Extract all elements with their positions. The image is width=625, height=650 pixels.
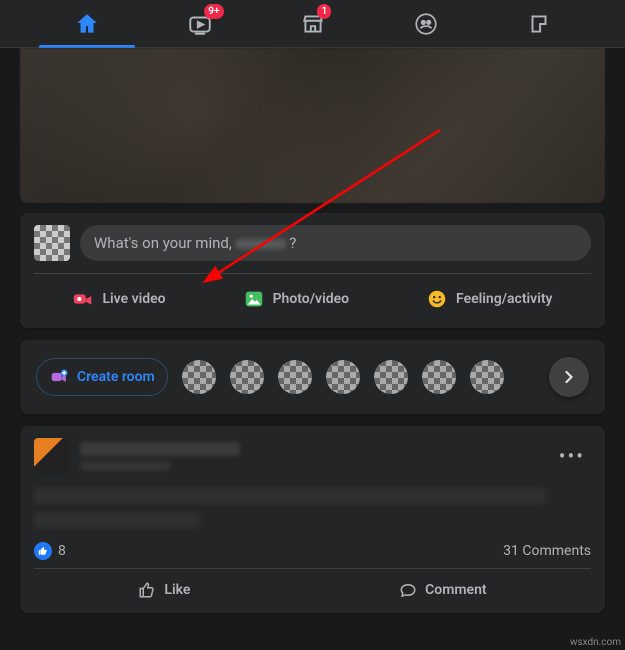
feeling-label: Feeling/activity: [456, 291, 552, 307]
comment-button[interactable]: Comment: [379, 573, 506, 607]
like-button[interactable]: Like: [118, 573, 210, 607]
comments-count[interactable]: 31 Comments: [503, 543, 591, 559]
feeling-icon: [426, 288, 448, 310]
post-header: •••: [34, 438, 591, 474]
photo-video-label: Photo/video: [273, 291, 350, 307]
live-video-button[interactable]: Live video: [62, 282, 175, 316]
rooms-row: Create room: [34, 352, 591, 402]
composer-actions: Live video Photo/video Feeling/activity: [34, 274, 591, 316]
like-reaction-icon: [34, 542, 52, 560]
like-icon: [138, 581, 156, 599]
watch-badge: 9+: [204, 4, 223, 19]
watermark: wsxdn.com: [570, 637, 621, 648]
live-video-label: Live video: [102, 291, 165, 307]
nav-watch[interactable]: 9+: [152, 0, 248, 48]
composer-card: What's on your mind, ? Live video Photo/…: [20, 213, 605, 328]
home-icon: [74, 11, 100, 37]
post-author-meta: [80, 442, 543, 471]
chevron-right-icon: [559, 367, 579, 387]
post-text-line: [34, 512, 201, 528]
create-room-label: Create room: [77, 369, 155, 385]
rooms-scroll-right[interactable]: [549, 357, 589, 397]
room-contact[interactable]: [374, 360, 408, 394]
avatar[interactable]: [34, 225, 70, 261]
post-card: ••• 8 31 Comments Like Comment: [20, 426, 605, 613]
room-contact[interactable]: [230, 360, 264, 394]
comment-label: Comment: [425, 582, 486, 598]
feeling-button[interactable]: Feeling/activity: [416, 282, 562, 316]
room-contact[interactable]: [326, 360, 360, 394]
room-contact[interactable]: [278, 360, 312, 394]
like-label: Like: [164, 582, 190, 598]
redacted-name: [236, 239, 286, 249]
comment-icon: [399, 581, 417, 599]
room-contact[interactable]: [470, 360, 504, 394]
post-timestamp: [80, 461, 170, 471]
photo-video-icon: [243, 288, 265, 310]
post-stats: 8 31 Comments: [34, 536, 591, 569]
composer-top: What's on your mind, ?: [34, 225, 591, 274]
gaming-icon: [526, 11, 552, 37]
like-count[interactable]: 8: [34, 542, 66, 560]
compose-placeholder-suffix: ?: [286, 234, 297, 252]
top-navigation: 9+ 1: [0, 0, 625, 48]
post-body: [34, 488, 591, 528]
nav-marketplace[interactable]: 1: [265, 0, 361, 48]
cover-image: [20, 48, 605, 203]
compose-input[interactable]: What's on your mind, ?: [80, 225, 591, 261]
room-contact[interactable]: [182, 360, 216, 394]
rooms-card: Create room: [20, 340, 605, 414]
like-count-value: 8: [58, 543, 66, 559]
groups-icon: [413, 11, 439, 37]
photo-video-button[interactable]: Photo/video: [233, 282, 360, 316]
post-actions: Like Comment: [34, 569, 591, 607]
nav-gaming[interactable]: [491, 0, 587, 48]
post-author-name[interactable]: [80, 442, 240, 456]
post-menu-button[interactable]: •••: [553, 440, 591, 472]
nav-groups[interactable]: [378, 0, 474, 48]
create-room-icon: [49, 366, 71, 388]
room-contact[interactable]: [422, 360, 456, 394]
post-text-line: [34, 488, 546, 504]
marketplace-badge: 1: [317, 4, 331, 19]
nav-home[interactable]: [39, 0, 135, 48]
compose-placeholder-prefix: What's on your mind,: [94, 234, 236, 252]
create-room-button[interactable]: Create room: [36, 358, 168, 396]
post-author-avatar[interactable]: [34, 438, 70, 474]
live-video-icon: [72, 288, 94, 310]
